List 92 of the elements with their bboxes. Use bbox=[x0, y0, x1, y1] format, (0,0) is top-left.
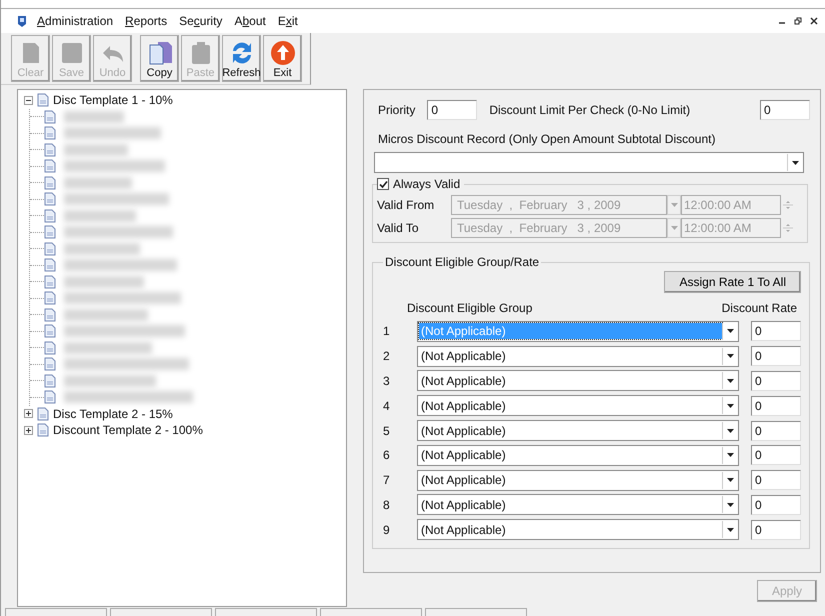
group-dropdown[interactable]: (Not Applicable) bbox=[417, 494, 739, 516]
document-icon bbox=[37, 406, 49, 421]
blurred-label bbox=[64, 144, 128, 156]
blurred-label bbox=[64, 110, 124, 123]
document-icon bbox=[44, 324, 56, 338]
dropdown-arrow-icon bbox=[726, 453, 734, 458]
rate-field[interactable]: 0 bbox=[751, 346, 801, 366]
document-icon bbox=[44, 390, 56, 404]
document-icon bbox=[44, 110, 56, 124]
expander-icon[interactable] bbox=[24, 96, 33, 105]
rate-field[interactable]: 0 bbox=[751, 396, 801, 416]
app-icon bbox=[17, 14, 27, 28]
document-icon bbox=[44, 291, 56, 306]
blurred-label bbox=[64, 210, 136, 222]
dropdown-arrow-icon bbox=[726, 428, 734, 433]
expander-icon[interactable] bbox=[24, 426, 33, 435]
menu-item[interactable]: Security bbox=[179, 14, 222, 28]
group-dropdown[interactable]: (Not Applicable) bbox=[417, 470, 739, 491]
dropdown-arrow-icon bbox=[726, 528, 734, 532]
group-dropdown[interactable]: (Not Applicable) bbox=[417, 395, 739, 416]
toolbar-button[interactable]: Copy bbox=[140, 35, 179, 82]
document-icon bbox=[44, 242, 56, 256]
checkbox-label: Always Valid bbox=[393, 177, 460, 191]
rate-field[interactable]: 0 bbox=[751, 420, 801, 441]
toolbar-button[interactable]: Exit bbox=[263, 35, 302, 82]
dropdown-arrow-icon bbox=[726, 354, 734, 358]
row-number: 8 bbox=[383, 498, 391, 512]
tree-item[interactable]: Disc Template 1 - 10% bbox=[53, 93, 173, 108]
rate-field[interactable]: 0 bbox=[751, 445, 801, 466]
row-number: 3 bbox=[383, 374, 391, 388]
menu-item[interactable]: Reports bbox=[125, 14, 168, 28]
field-label: Valid To bbox=[377, 220, 420, 234]
row-number: 5 bbox=[383, 424, 391, 438]
expander-icon[interactable] bbox=[24, 409, 33, 418]
document-icon bbox=[44, 176, 56, 190]
tree-item[interactable]: Disc Template 2 - 15% bbox=[53, 406, 173, 421]
dropdown-arrow-icon bbox=[726, 378, 734, 383]
row-number: 1 bbox=[383, 324, 391, 338]
group-dropdown[interactable]: (Not Applicable) bbox=[417, 346, 739, 367]
dropdown-arrow-icon bbox=[726, 329, 734, 334]
row-number: 2 bbox=[383, 349, 391, 364]
checkbox[interactable] bbox=[377, 178, 389, 190]
group-dropdown[interactable]: (Not Applicable) bbox=[417, 370, 739, 392]
document-icon bbox=[44, 340, 56, 355]
menu-item[interactable]: About bbox=[234, 14, 266, 28]
group-dropdown[interactable]: (Not Applicable) bbox=[417, 444, 739, 466]
dropdown-arrow-icon bbox=[726, 404, 734, 408]
tree-item[interactable]: Discount Template 2 - 100% bbox=[53, 423, 203, 438]
row-number: 7 bbox=[383, 473, 391, 488]
field-label: Valid From bbox=[377, 198, 436, 212]
limit-field[interactable]: 0 bbox=[760, 100, 810, 120]
document-icon bbox=[44, 142, 56, 157]
field-label: Micros Discount Record (Only Open Amount Subtotal Discount) bbox=[378, 132, 716, 146]
restore-icon bbox=[794, 17, 802, 25]
document-icon bbox=[44, 258, 56, 272]
row-number: 4 bbox=[383, 398, 391, 413]
dropdown-arrow-icon bbox=[726, 502, 734, 507]
group-dropdown[interactable]: (Not Applicable) bbox=[417, 420, 739, 442]
priority-field[interactable]: 0 bbox=[427, 100, 478, 120]
document-icon bbox=[44, 225, 56, 240]
toolbar-button[interactable]: Refresh bbox=[222, 35, 261, 82]
document-icon bbox=[44, 274, 56, 289]
document-icon bbox=[44, 374, 56, 388]
document-icon bbox=[44, 192, 56, 206]
menu-item[interactable]: Administration bbox=[37, 14, 114, 28]
rate-field[interactable]: 0 bbox=[751, 321, 801, 342]
rate-field[interactable]: 0 bbox=[751, 470, 801, 490]
group-dropdown[interactable]: (Not Applicable) bbox=[417, 519, 739, 540]
rate-field[interactable]: 0 bbox=[751, 370, 801, 391]
document-icon bbox=[44, 208, 56, 223]
document-icon bbox=[44, 126, 56, 140]
column-header: Discount Rate bbox=[722, 301, 797, 315]
document-icon bbox=[37, 93, 49, 108]
dropdown-arrow-icon bbox=[726, 478, 734, 482]
column-header: Discount Eligible Group bbox=[407, 301, 532, 315]
field-label: Priority bbox=[378, 103, 416, 117]
discount-record-dropdown[interactable] bbox=[374, 152, 804, 173]
document-icon bbox=[37, 423, 49, 438]
field-label: Discount Limit Per Check (0-No Limit) bbox=[489, 103, 690, 117]
menu-item[interactable]: Exit bbox=[278, 14, 298, 28]
document-icon bbox=[44, 308, 56, 322]
document-icon bbox=[44, 159, 56, 174]
rate-field[interactable]: 0 bbox=[751, 520, 801, 540]
group-title: Discount Eligible Group/Rate bbox=[384, 255, 540, 269]
document-icon bbox=[44, 357, 56, 372]
close-icon bbox=[810, 17, 818, 25]
rate-field[interactable]: 0 bbox=[751, 494, 801, 515]
dropdown-arrow-icon bbox=[792, 160, 798, 164]
row-number: 9 bbox=[383, 522, 391, 537]
row-number: 6 bbox=[383, 448, 391, 462]
blurred-label bbox=[64, 176, 132, 189]
assign-rate-button[interactable]: Assign Rate 1 To All bbox=[664, 271, 801, 293]
